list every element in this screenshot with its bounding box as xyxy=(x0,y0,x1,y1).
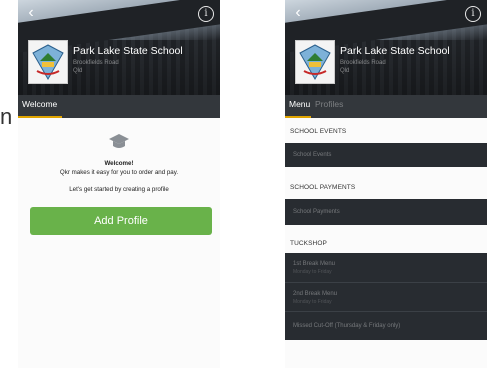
school-state: Qld xyxy=(73,68,83,74)
active-tab-indicator xyxy=(18,116,62,118)
menu-row-2nd-break[interactable]: 2nd Break Menu Monday to Friday xyxy=(285,283,487,311)
school-state: Qld xyxy=(340,68,350,74)
tab-welcome[interactable]: Welcome xyxy=(22,99,57,109)
school-address: Brookfields Road xyxy=(340,60,386,66)
school-name: Park Lake State School xyxy=(340,45,450,57)
active-tab-indicator xyxy=(285,116,311,118)
school-crest-logo xyxy=(28,40,68,84)
school-header-image: ‹ i Park Lake State School Brookfields R… xyxy=(285,0,487,106)
menu-row-label: School Payments xyxy=(293,209,340,215)
menu-row-sublabel: Monday to Friday xyxy=(293,269,332,275)
menu-row-label: 1st Break Menu xyxy=(293,261,336,267)
tab-bar: Welcome xyxy=(18,95,220,118)
menu-row-school-events[interactable]: School Events xyxy=(285,143,487,167)
tab-profiles[interactable]: Profiles xyxy=(315,99,343,109)
menu-row-missed-cutoff[interactable]: Missed Cut-Off (Thursday & Friday only) xyxy=(285,312,487,340)
school-address: Brookfields Road xyxy=(73,60,119,66)
section-school-payments: SCHOOL PAYMENTS xyxy=(290,184,356,191)
get-started-text: Let's get started by creating a profile xyxy=(69,186,169,193)
menu-screen: ‹ i Park Lake State School Brookfields R… xyxy=(285,0,487,368)
menu-row-label: Missed Cut-Off (Thursday & Friday only) xyxy=(293,323,401,329)
menu-row-school-payments[interactable]: School Payments xyxy=(285,199,487,225)
menu-row-label: School Events xyxy=(293,152,332,158)
info-icon[interactable]: i xyxy=(465,6,481,22)
section-tuckshop: TUCKSHOP xyxy=(290,240,327,247)
graduation-cap-icon xyxy=(108,132,130,152)
menu-row-sublabel: Monday to Friday xyxy=(293,299,332,305)
tab-menu[interactable]: Menu xyxy=(289,99,310,109)
back-arrow-icon[interactable]: ‹ xyxy=(291,5,305,21)
welcome-screen: ‹ i Park Lake State School Brookfields R… xyxy=(18,0,220,368)
menu-row-1st-break[interactable]: 1st Break Menu Monday to Friday xyxy=(285,253,487,282)
school-header-image: ‹ i Park Lake State School Brookfields R… xyxy=(18,0,220,106)
info-icon[interactable]: i xyxy=(198,6,214,22)
add-profile-button[interactable]: Add Profile xyxy=(30,207,212,235)
back-arrow-icon[interactable]: ‹ xyxy=(24,5,38,21)
menu-row-label: 2nd Break Menu xyxy=(293,291,338,297)
edge-letter: n xyxy=(0,104,13,129)
school-crest-logo xyxy=(295,40,335,84)
section-school-events: SCHOOL EVENTS xyxy=(290,128,347,135)
tab-bar: Menu Profiles xyxy=(285,95,487,118)
tuckshop-menu-list: 1st Break Menu Monday to Friday 2nd Brea… xyxy=(285,253,487,340)
welcome-title: Welcome! xyxy=(104,160,134,167)
school-name: Park Lake State School xyxy=(73,45,183,57)
welcome-description: Qkr makes it easy for you to order and p… xyxy=(59,169,179,176)
